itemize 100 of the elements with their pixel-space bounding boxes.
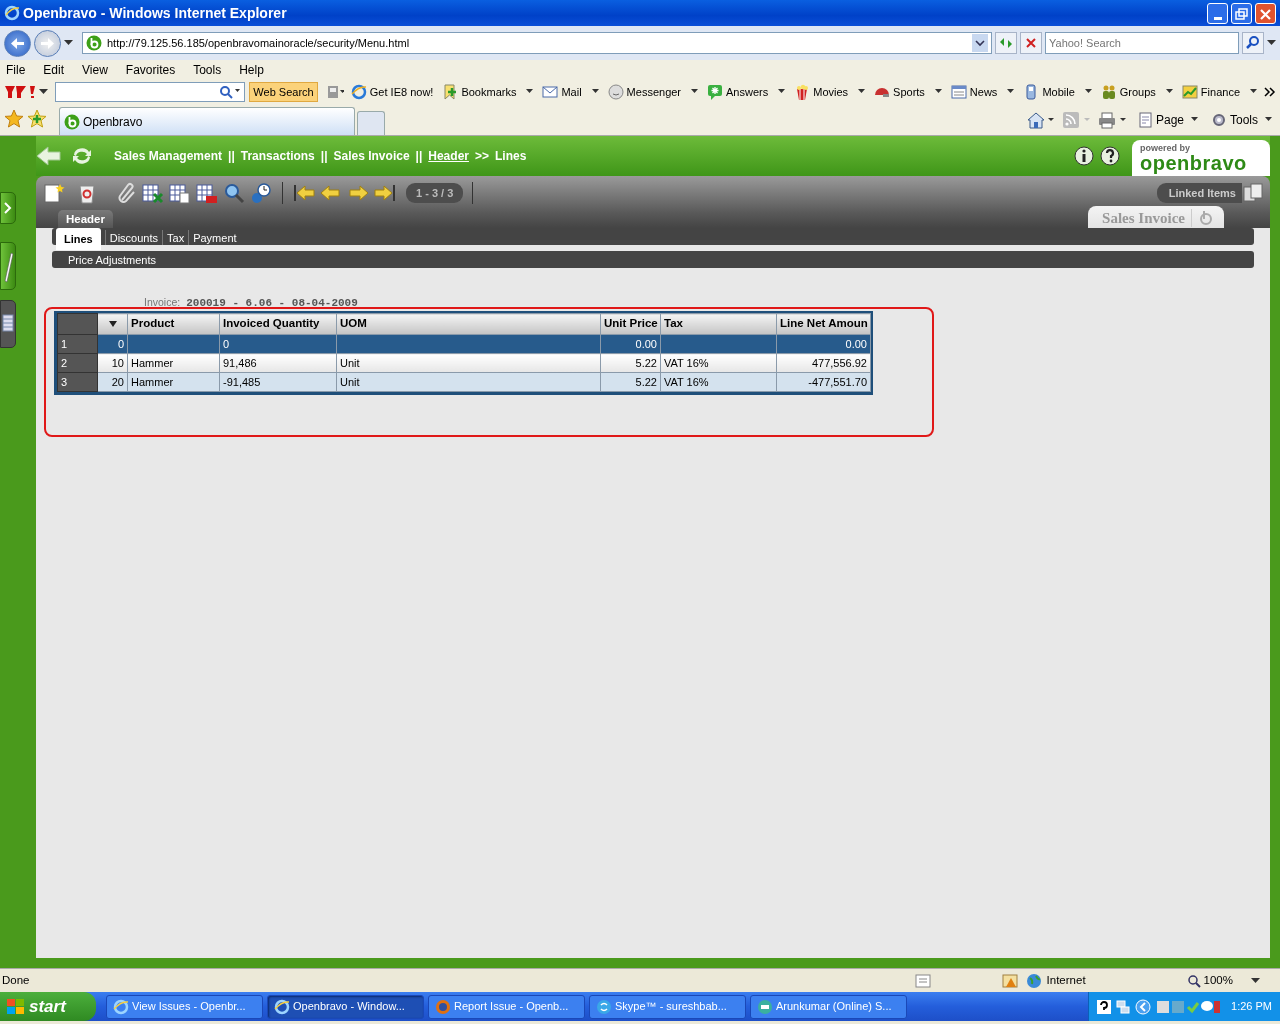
linked-items-button[interactable]: Linked Items: [1156, 182, 1242, 204]
toolbar-search-field[interactable]: [54, 82, 246, 102]
grid-row[interactable]: 1 0 0 0.00 0.00: [57, 334, 871, 354]
minimize-button[interactable]: [1207, 2, 1228, 24]
spreadsheet-icon[interactable]: [141, 182, 165, 204]
caret-icon[interactable]: [64, 40, 73, 46]
menu-item[interactable]: Edit: [43, 61, 65, 79]
previous-record-icon[interactable]: [319, 182, 343, 204]
toolbar-link[interactable]: Messenger: [604, 83, 685, 101]
taskbar-button[interactable]: Arunkumar (Online) S...: [750, 994, 907, 1019]
yahoo-logo-icon[interactable]: [4, 84, 36, 100]
search-field[interactable]: Yahoo! Search: [1045, 32, 1239, 54]
logo-caption: powered by: [1140, 143, 1191, 153]
help-icon[interactable]: [1100, 146, 1120, 166]
column-header[interactable]: Product: [127, 313, 220, 335]
toolbar-link[interactable]: Answers: [704, 83, 772, 101]
menu-item[interactable]: File: [6, 61, 26, 79]
minimize-icon: [1213, 17, 1222, 21]
breadcrumb-separator: ||: [228, 148, 235, 165]
add-favorite-icon[interactable]: [27, 109, 47, 129]
magnifier-icon[interactable]: [222, 182, 246, 204]
tab[interactable]: Tax: [162, 230, 189, 245]
refresh-icon[interactable]: [70, 145, 94, 167]
menu-item[interactable]: Help: [239, 61, 264, 79]
command-menu[interactable]: Tools: [1208, 111, 1276, 129]
stop-button[interactable]: [1020, 32, 1042, 54]
printer-icon[interactable]: [1097, 111, 1128, 129]
star-icon[interactable]: [4, 109, 24, 129]
tab[interactable]: Payment: [188, 230, 241, 245]
new-document-icon[interactable]: [42, 182, 66, 204]
breadcrumb-separator: ||: [320, 148, 328, 165]
more-chevron-icon[interactable]: [1264, 87, 1276, 97]
grid-view-button[interactable]: [0, 300, 16, 348]
caret-icon[interactable]: [1251, 977, 1260, 984]
menu-item[interactable]: Favorites: [125, 61, 176, 79]
clock: 1:26 PM: [1231, 999, 1272, 1015]
home-icon[interactable]: [1025, 111, 1056, 129]
help-icon[interactable]: [1097, 999, 1112, 1014]
command-menu[interactable]: Page: [1133, 111, 1202, 129]
tab[interactable]: Discounts: [104, 230, 163, 245]
close-button[interactable]: [1255, 2, 1276, 24]
toolbar-link[interactable]: Get IE8 now!: [347, 83, 437, 101]
caret-icon[interactable]: [39, 89, 48, 95]
browser-tab[interactable]: Openbravo: [59, 107, 355, 135]
start-button[interactable]: start: [0, 992, 96, 1021]
grid-row[interactable]: 3 20 Hammer -91,485 Unit 5.22 VAT 16% -477,551.70: [57, 372, 871, 392]
parent-tab[interactable]: Header: [58, 210, 113, 228]
refresh-button[interactable]: [995, 32, 1017, 54]
toolbar-link[interactable]: News: [947, 83, 1001, 101]
column-header[interactable]: Tax: [660, 313, 777, 335]
toolbar-link[interactable]: Sports: [871, 83, 928, 101]
tab[interactable]: Lines: [56, 228, 101, 250]
browser-logo-icon: [113, 998, 129, 1015]
zoom-icon[interactable]: [1186, 973, 1201, 988]
menu-item[interactable]: Tools: [193, 61, 222, 79]
tray-apps-icon[interactable]: [1156, 998, 1221, 1015]
toolbar-link[interactable]: Finance: [1178, 83, 1243, 101]
column-header[interactable]: UOM: [336, 313, 601, 335]
tab[interactable]: Price Adjustments: [64, 252, 161, 267]
back-arrow-icon[interactable]: [36, 145, 62, 167]
last-record-icon[interactable]: [373, 182, 397, 204]
toolbar-link[interactable]: Mobile: [1020, 83, 1078, 101]
taskbar-button[interactable]: Openbravo - Window...: [267, 994, 424, 1019]
info-icon[interactable]: [1074, 146, 1094, 166]
toolbar-link[interactable]: Groups: [1097, 83, 1159, 101]
back-button[interactable]: [4, 29, 31, 57]
chevron-left-icon[interactable]: [1135, 998, 1152, 1015]
clock-user-icon[interactable]: [249, 182, 273, 204]
pdf-icon[interactable]: [195, 182, 219, 204]
search-icon: [219, 85, 242, 99]
first-record-icon[interactable]: [292, 182, 316, 204]
column-header[interactable]: Line Net Amoun: [776, 313, 871, 335]
copy-grid-icon[interactable]: [168, 182, 192, 204]
taskbar-button[interactable]: View Issues - Openbr...: [106, 994, 263, 1019]
search-button[interactable]: [1242, 32, 1264, 54]
paperclip-icon[interactable]: [116, 182, 138, 204]
warning-icon: [1001, 972, 1020, 989]
speech-bubble-icon: [707, 84, 724, 100]
caret-icon[interactable]: [1267, 40, 1276, 46]
documents-icon[interactable]: [1242, 182, 1264, 204]
menu-item[interactable]: View: [82, 61, 108, 79]
column-header[interactable]: Unit Price: [600, 313, 661, 335]
taskbar-button[interactable]: Skype™ - sureshbab...: [589, 994, 746, 1019]
grid-row[interactable]: 2 10 Hammer 91,486 Unit 5.22 VAT 16% 477,556.92: [57, 353, 871, 373]
taskbar-button[interactable]: Report Issue - Openb...: [428, 994, 585, 1019]
restore-button[interactable]: [1231, 2, 1252, 24]
expand-button[interactable]: [0, 192, 16, 224]
toolbar-link[interactable]: Mail: [539, 83, 585, 101]
column-header[interactable]: Invoiced Quantity: [219, 313, 337, 335]
zoom-level[interactable]: 100%: [1203, 971, 1233, 990]
zone-text: Internet: [1046, 972, 1087, 988]
sort-column-header[interactable]: [97, 313, 128, 335]
web-search-button[interactable]: Web Search: [249, 81, 318, 103]
breadcrumb-separator: >>: [474, 148, 489, 165]
toolbar-link[interactable]: Movies: [791, 83, 852, 101]
edit-view-button[interactable]: [0, 242, 16, 290]
next-record-icon[interactable]: [346, 182, 370, 204]
dropdown-icon[interactable]: [972, 34, 988, 52]
toolbar-link[interactable]: Bookmarks: [439, 83, 520, 101]
smiley-icon: [607, 84, 624, 100]
